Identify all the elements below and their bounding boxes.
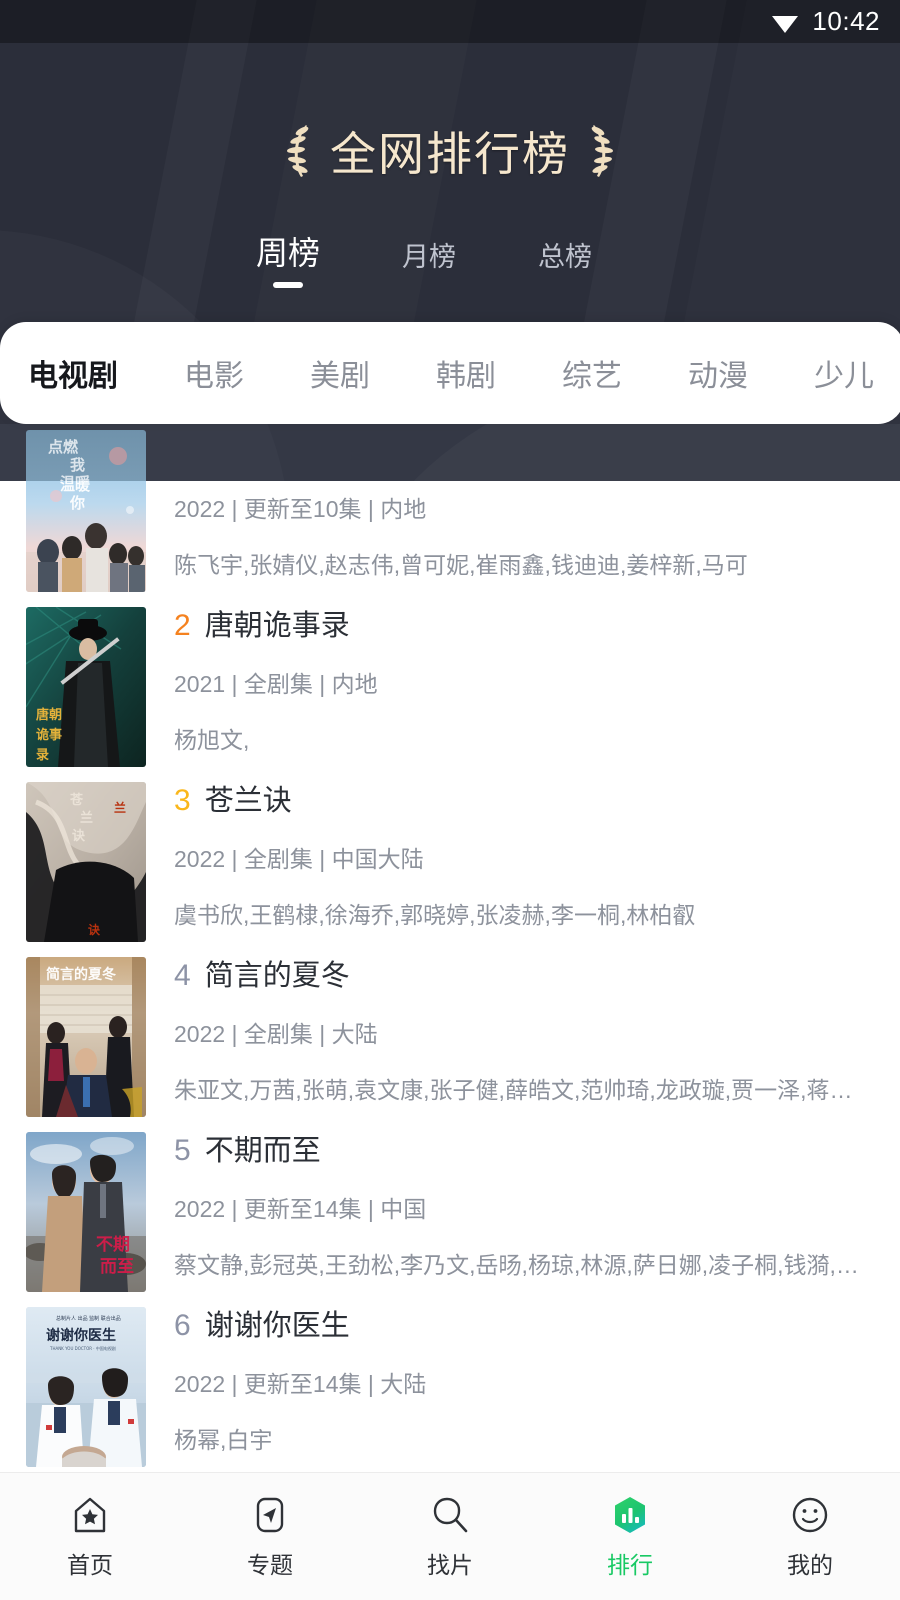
category-chip-anime[interactable]: 动漫 xyxy=(688,351,781,395)
item-title[interactable]: 谢谢你医生 xyxy=(205,1312,350,1341)
item-cast: 陈飞宇,张婧仪,赵志伟,曾可妮,崔雨鑫,钱迪迪,姜梓新,马可 xyxy=(174,552,748,578)
svg-text:你: 你 xyxy=(69,494,85,512)
item-cast: 朱亚文,万茜,张萌,袁文康,张子健,薛皓文,范帅琦,龙政璇,贾一泽,蒋方… xyxy=(174,1077,874,1103)
table-row[interactable]: 总制片人 出品 监制 联合出品 谢谢你医生 THANK YOU DOCTOR ·… xyxy=(0,1299,900,1472)
row-info: 6 谢谢你医生 2022 | 更新至14集 | 大陆 杨幂,白宇 xyxy=(146,1307,900,1466)
row-info: 5 不期而至 2022 | 更新至14集 | 中国 蔡文静,彭冠英,王劲松,李乃… xyxy=(146,1132,900,1291)
svg-text:诀: 诀 xyxy=(72,828,86,844)
rank-number: 1 xyxy=(174,434,191,467)
item-cast: 杨旭文, xyxy=(174,727,250,753)
tab-overall[interactable]: 总榜 xyxy=(538,235,592,288)
ranking-hexagon-bars-icon xyxy=(609,1494,651,1536)
rank-number: 2 xyxy=(174,609,191,642)
svg-text:唐朝: 唐朝 xyxy=(36,707,62,723)
item-title[interactable]: 点燃我，温暖你 xyxy=(205,437,408,466)
svg-text:简言的夏冬: 简言的夏冬 xyxy=(46,966,116,983)
rank-number: 3 xyxy=(174,784,191,817)
category-chip-variety[interactable]: 综艺 xyxy=(562,351,655,395)
svg-text:不期: 不期 xyxy=(96,1235,130,1255)
svg-text:诡事: 诡事 xyxy=(36,727,62,743)
item-meta: 2021 | 全剧集 | 内地 xyxy=(174,671,378,697)
item-title[interactable]: 简言的夏冬 xyxy=(205,962,350,991)
category-chip-strip[interactable]: 电视剧 电影 美剧 韩剧 综艺 动漫 少儿 xyxy=(0,322,900,424)
period-tab-bar[interactable]: 周榜 月榜 总榜 xyxy=(256,228,676,288)
table-row[interactable]: 不期 而至 5 不期而至 2022 | 更新至14集 | 中国 蔡文静,彭冠英,王… xyxy=(0,1124,900,1299)
bottom-nav-bar[interactable]: 首页 专题 找片 排行 我的 xyxy=(0,1472,900,1600)
table-row[interactable]: 唐朝 诡事录 2 唐朝诡事录 2021 | 全剧集 | 内地 杨旭文, xyxy=(0,599,900,774)
row-info: 4 简言的夏冬 2022 | 全剧集 | 大陆 朱亚文,万茜,张萌,袁文康,张子… xyxy=(146,957,900,1116)
smiley-face-icon xyxy=(789,1494,831,1536)
item-meta: 2022 | 全剧集 | 大陆 xyxy=(174,1021,378,1047)
category-chip-kids[interactable]: 少儿 xyxy=(814,351,900,395)
laurel-left-icon xyxy=(282,123,316,179)
svg-text:而至: 而至 xyxy=(100,1257,134,1277)
nav-item-search[interactable]: 找片 xyxy=(360,1494,540,1580)
rank-number: 4 xyxy=(174,959,191,992)
category-chip-card: 电视剧 电影 美剧 韩剧 综艺 动漫 少儿 xyxy=(0,322,900,424)
category-chip-us-drama[interactable]: 美剧 xyxy=(310,351,403,395)
svg-text:温暖: 温暖 xyxy=(60,474,91,481)
item-title[interactable]: 苍兰诀 xyxy=(205,787,292,816)
poster-xiexieni-yisheng[interactable]: 总制片人 出品 监制 联合出品 谢谢你医生 THANK YOU DOCTOR ·… xyxy=(26,1307,146,1467)
nav-label: 排行 xyxy=(607,1551,653,1578)
search-icon xyxy=(429,1494,471,1536)
poster-buqi-erzhi[interactable]: 不期 而至 xyxy=(26,1132,146,1292)
item-meta: 2022 | 更新至14集 | 中国 xyxy=(174,1196,427,1222)
svg-text:谢谢你医生: 谢谢你医生 xyxy=(46,1327,116,1344)
tab-weekly[interactable]: 周榜 xyxy=(256,228,320,288)
item-cast: 虞书欣,王鹤棣,徐海乔,郭晓婷,张凌赫,李一桐,林柏叡 xyxy=(174,902,696,928)
svg-text:兰: 兰 xyxy=(80,810,93,826)
compass-arrow-icon xyxy=(249,1494,291,1536)
row-info: 2 唐朝诡事录 2021 | 全剧集 | 内地 杨旭文, xyxy=(146,607,900,766)
poster-jianyan-de-xiadong[interactable]: 简言的夏冬 xyxy=(26,957,146,1117)
home-star-icon xyxy=(69,1494,111,1536)
wifi-icon xyxy=(770,11,800,33)
item-cast: 蔡文静,彭冠英,王劲松,李乃文,岳旸,杨琼,林源,萨日娜,凌子桐,钱漪,… xyxy=(174,1252,859,1278)
laurel-right-icon xyxy=(584,123,618,179)
nav-label: 首页 xyxy=(67,1551,113,1578)
svg-text:兰: 兰 xyxy=(114,800,126,815)
status-bar: 10:42 xyxy=(0,0,900,43)
svg-text:总制片人 出品 监制 联合出品: 总制片人 出品 监制 联合出品 xyxy=(56,1315,121,1322)
poster-canglanjue[interactable]: 兰诀 苍兰诀 xyxy=(26,782,146,942)
rank-number: 6 xyxy=(174,1309,191,1342)
item-cast: 杨幂,白宇 xyxy=(174,1427,273,1453)
tab-monthly[interactable]: 月榜 xyxy=(402,235,456,288)
svg-text:苍: 苍 xyxy=(69,792,84,808)
item-title[interactable]: 唐朝诡事录 xyxy=(205,612,350,641)
category-chip-tv-series[interactable]: 电视剧 xyxy=(28,351,151,395)
item-meta: 2022 | 更新至14集 | 大陆 xyxy=(174,1371,427,1397)
nav-item-ranking[interactable]: 排行 xyxy=(540,1494,720,1580)
nav-item-home[interactable]: 首页 xyxy=(0,1494,180,1580)
row-info: 1 点燃我，温暖你 2022 | 更新至10集 | 内地 陈飞宇,张婧仪,赵志伟… xyxy=(146,432,900,591)
item-title[interactable]: 不期而至 xyxy=(205,1137,321,1166)
app-root: 10:42 全网排行榜 周榜 月榜 总榜 电视剧 电影 美剧 韩剧 综艺 动漫 … xyxy=(0,0,900,1600)
svg-text:THANK YOU DOCTOR · 中国电视剧: THANK YOU DOCTOR · 中国电视剧 xyxy=(49,1345,116,1351)
category-chip-kr-drama[interactable]: 韩剧 xyxy=(436,351,529,395)
poster-tangchao-guishilu[interactable]: 唐朝 诡事录 xyxy=(26,607,146,767)
nav-item-profile[interactable]: 我的 xyxy=(720,1494,900,1580)
nav-label: 找片 xyxy=(427,1551,473,1578)
svg-text:诀: 诀 xyxy=(88,922,101,937)
svg-text:我: 我 xyxy=(70,456,85,474)
poster-overlap-clip: 点燃我温暖 xyxy=(26,430,146,481)
nav-item-topics[interactable]: 专题 xyxy=(180,1494,360,1580)
category-chip-movies[interactable]: 电影 xyxy=(184,351,277,395)
row-info: 3 苍兰诀 2022 | 全剧集 | 中国大陆 虞书欣,王鹤棣,徐海乔,郭晓婷,… xyxy=(146,782,900,941)
page-title: 全网排行榜 xyxy=(330,128,570,180)
svg-text:录: 录 xyxy=(36,748,49,763)
table-row[interactable]: 简言的夏冬 4 简言的夏冬 2022 | 全剧集 | 大陆 朱亚文,万茜,张萌,… xyxy=(0,949,900,1124)
status-bar-clock: 10:42 xyxy=(812,6,880,36)
nav-label: 我的 xyxy=(787,1551,833,1578)
item-meta: 2022 | 更新至10集 | 内地 xyxy=(174,496,427,522)
svg-text:点燃: 点燃 xyxy=(48,438,79,456)
nav-label: 专题 xyxy=(247,1551,293,1578)
rank-number: 5 xyxy=(174,1134,191,1167)
table-row[interactable]: 兰诀 苍兰诀 3 苍兰诀 2022 | 全剧集 | 中国大陆 虞书欣,王鹤棣,徐… xyxy=(0,774,900,949)
item-meta: 2022 | 全剧集 | 中国大陆 xyxy=(174,846,424,872)
ranking-list[interactable]: 点燃我温暖你 xyxy=(0,424,900,1472)
page-title-group: 全网排行榜 xyxy=(0,118,900,184)
